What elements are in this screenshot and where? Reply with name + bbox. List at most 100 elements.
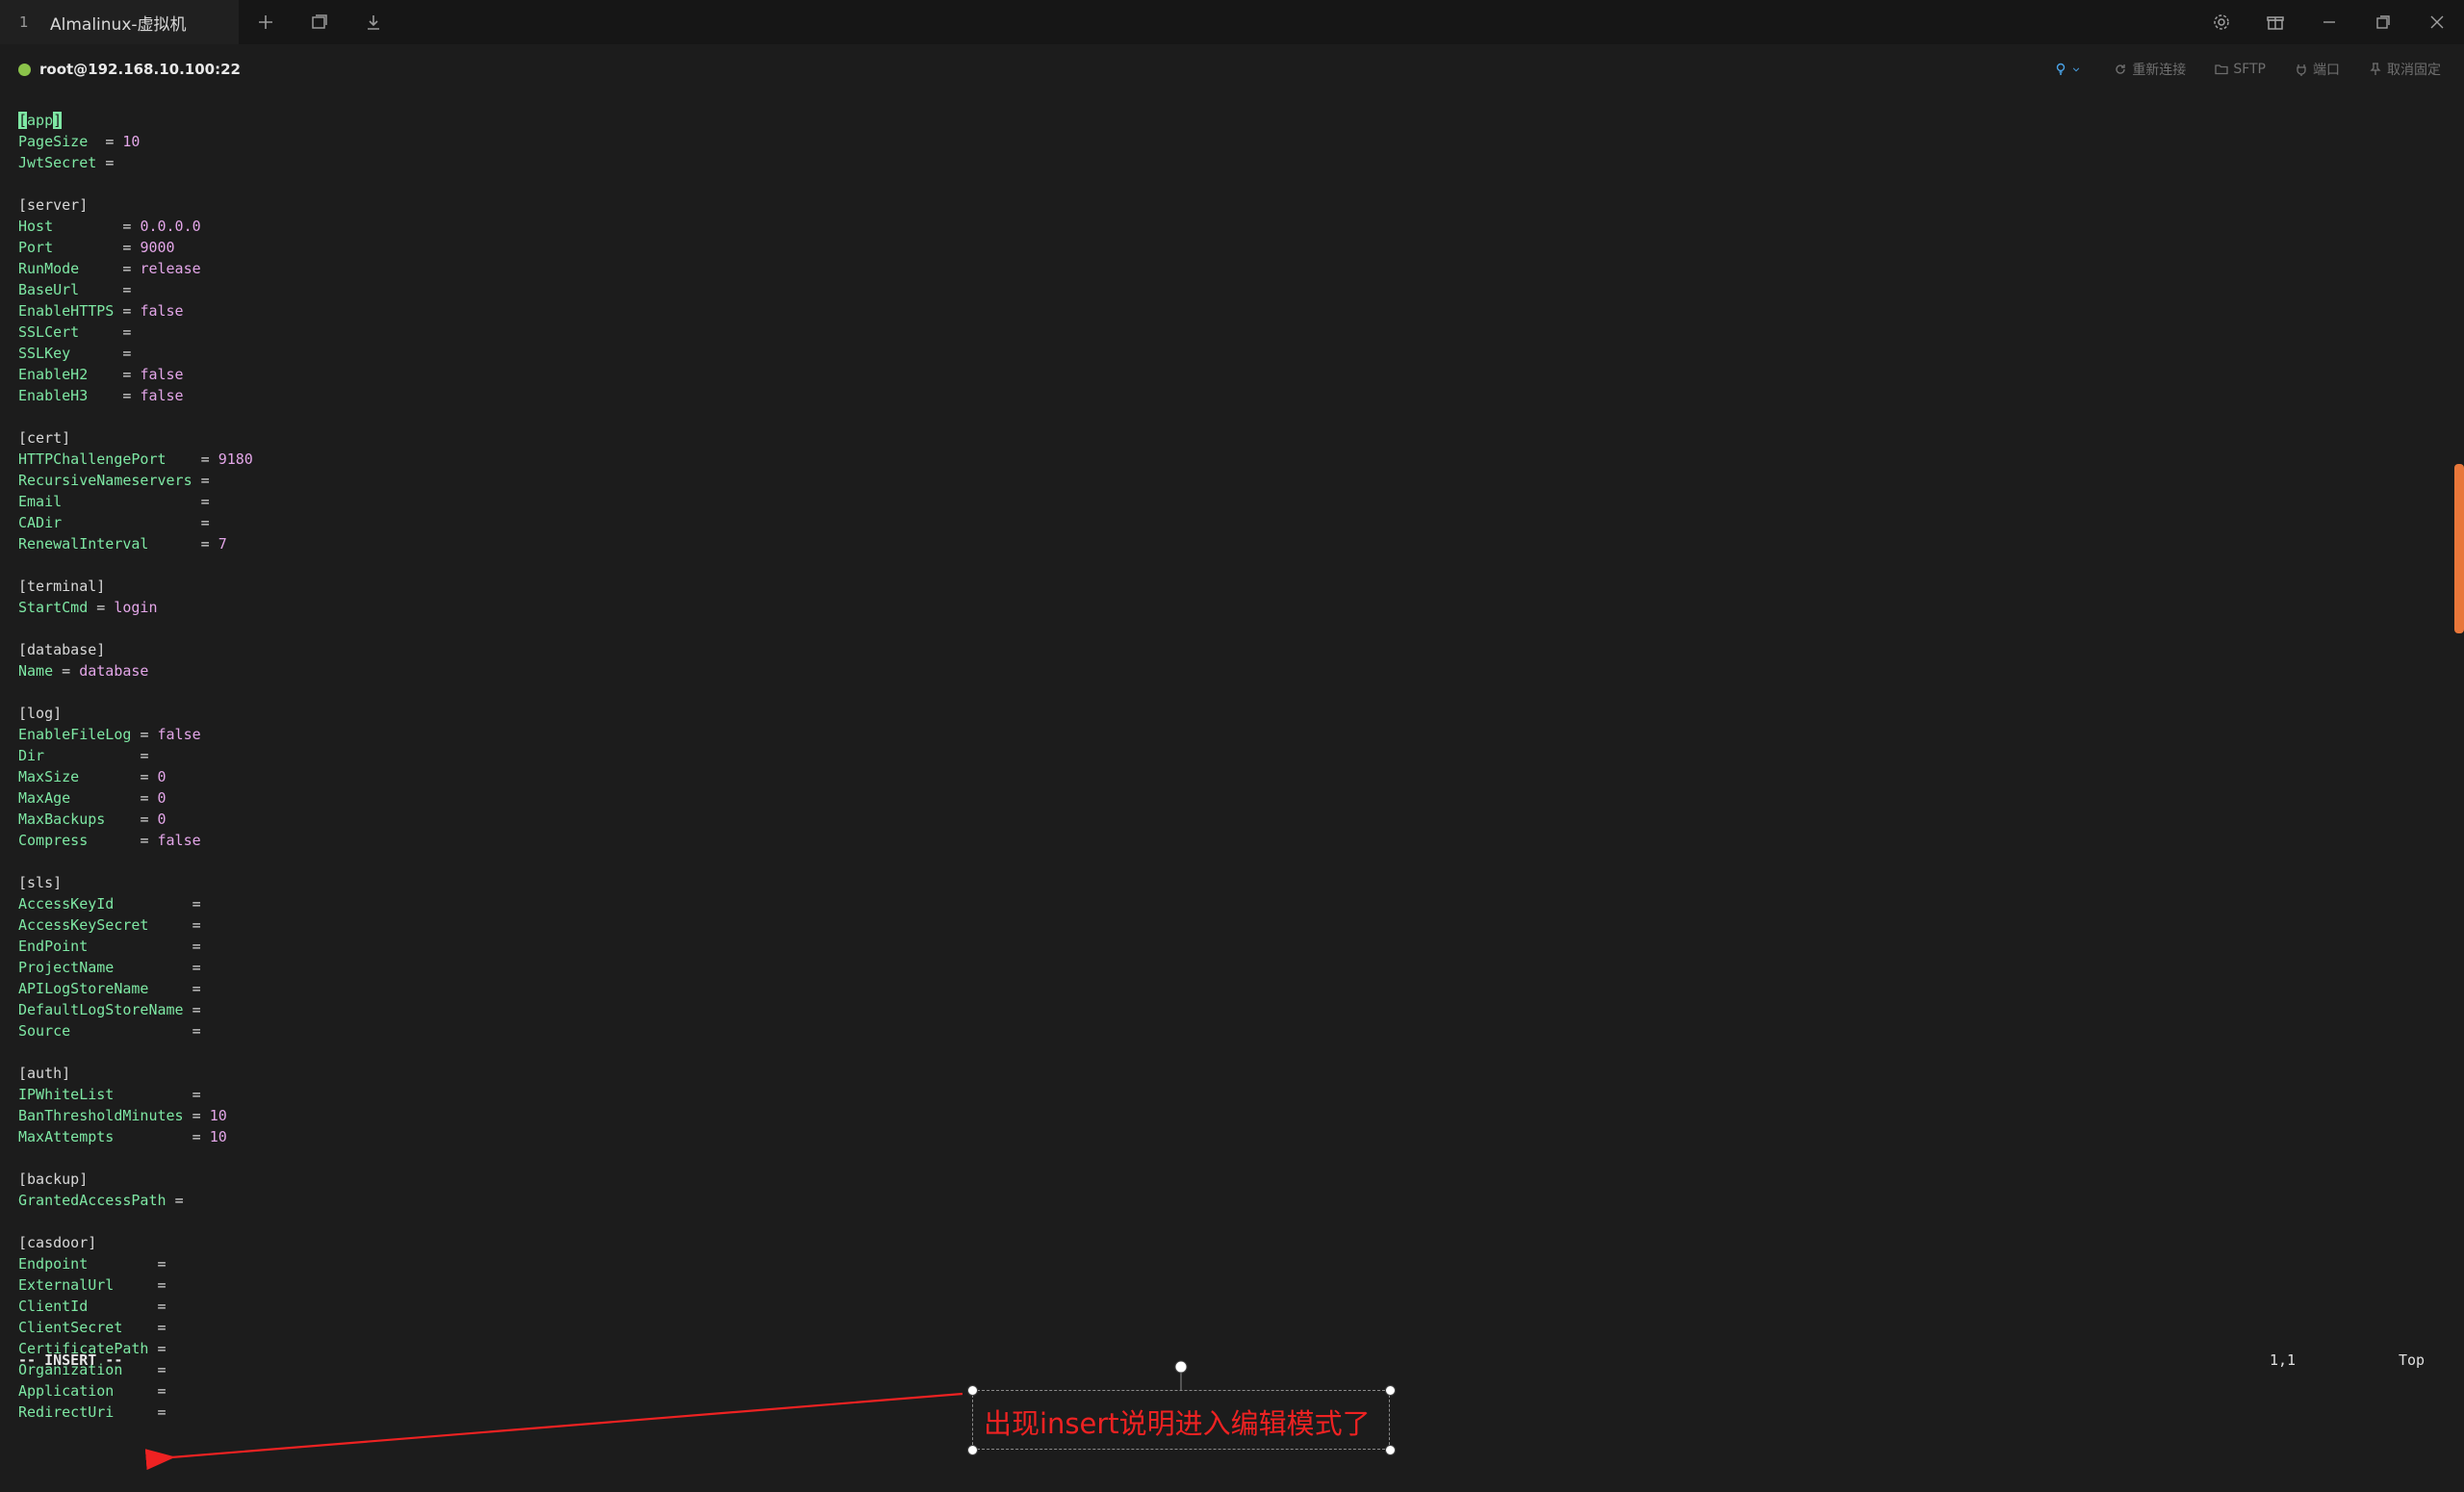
sftp-label: SFTP	[2233, 62, 2266, 77]
sftp-button[interactable]: SFTP	[2215, 62, 2266, 77]
config-line: IPWhiteList =	[18, 1084, 210, 1105]
equals-sign: =	[157, 1255, 175, 1273]
config-key: CADir	[18, 514, 63, 531]
minimize-button[interactable]	[2302, 0, 2356, 44]
config-padding	[184, 1107, 192, 1124]
config-line: Host = 0.0.0.0	[18, 216, 201, 237]
unpin-label: 取消固定	[2387, 63, 2441, 78]
equals-sign: =	[157, 1382, 175, 1400]
config-padding	[53, 239, 122, 256]
scrollbar-thumb[interactable]	[2454, 464, 2464, 633]
equals-sign: =	[122, 387, 141, 404]
new-tab-button[interactable]	[239, 0, 293, 44]
config-line: BanThresholdMinutes = 10	[18, 1105, 227, 1126]
config-value: 10	[209, 1128, 227, 1145]
vim-scroll-position: Top	[2399, 1351, 2426, 1369]
resize-handle[interactable]	[1385, 1445, 1396, 1455]
config-padding	[114, 1403, 157, 1421]
equals-sign: =	[192, 980, 210, 997]
equals-sign: =	[105, 154, 123, 171]
config-line: ProjectName =	[18, 957, 210, 978]
resize-handle[interactable]	[967, 1385, 978, 1396]
gift-button[interactable]	[2248, 0, 2302, 44]
resize-handle[interactable]	[967, 1445, 978, 1455]
config-line: SSLCert =	[18, 322, 140, 343]
section-name: [server]	[18, 196, 89, 214]
config-padding	[88, 387, 122, 404]
config-padding	[114, 1128, 192, 1145]
config-line: Dir =	[18, 745, 158, 766]
config-section-header: [app]	[18, 110, 63, 131]
equals-sign: =	[140, 810, 158, 828]
config-padding	[122, 1361, 157, 1378]
config-key: Compress	[18, 832, 89, 849]
config-key: DefaultLogStoreName	[18, 1001, 184, 1018]
gift-icon	[2267, 16, 2284, 30]
terminal-scrollbar[interactable]	[2447, 94, 2464, 1492]
host-label: root@192.168.10.100:22	[39, 61, 241, 78]
config-value: false	[140, 302, 184, 320]
equals-sign: =	[122, 281, 141, 298]
equals-sign: =	[192, 938, 210, 955]
config-padding	[148, 916, 192, 934]
close-button[interactable]	[2410, 0, 2464, 44]
equals-sign: =	[192, 1022, 210, 1040]
text-cursor: [	[18, 112, 28, 129]
config-padding	[88, 599, 96, 616]
config-key: GrantedAccessPath	[18, 1192, 167, 1209]
config-padding	[79, 768, 140, 785]
restore-icon	[2376, 15, 2390, 29]
config-value: 10	[209, 1107, 227, 1124]
config-padding	[79, 323, 122, 341]
config-key: AccessKeySecret	[18, 916, 149, 934]
restore-button[interactable]	[2356, 0, 2410, 44]
config-key: Name	[18, 662, 54, 680]
config-key: JwtSecret	[18, 154, 97, 171]
vim-cursor-position: 1,1	[2270, 1351, 2297, 1369]
terminal-app-window: 1 Almalinux-虚拟机 root@192.168.10.100:22 重…	[0, 0, 2464, 1492]
section-name: [backup]	[18, 1170, 89, 1188]
equals-sign: =	[96, 599, 115, 616]
config-key: ProjectName	[18, 959, 115, 976]
terminal-output[interactable]: [app] PageSize = 10 JwtSecret = [server] Ho…	[0, 94, 2435, 1492]
config-line: ClientId =	[18, 1296, 175, 1317]
unpin-button[interactable]: 取消固定	[2369, 60, 2441, 79]
settings-button[interactable]	[2194, 0, 2248, 44]
equals-sign: =	[157, 1298, 175, 1315]
minimize-icon	[2323, 21, 2335, 23]
config-section-header: [log]	[18, 703, 62, 724]
vim-mode-indicator: -- INSERT --	[18, 1351, 123, 1369]
reconnect-label: 重新连接	[2132, 63, 2187, 78]
tab-session[interactable]: 1 Almalinux-虚拟机	[0, 0, 239, 44]
config-line: ExternalUrl =	[18, 1274, 175, 1296]
reconnect-button[interactable]: 重新连接	[2114, 60, 2186, 79]
config-key: APILogStoreName	[18, 980, 149, 997]
config-value: 9000	[140, 239, 175, 256]
port-label: 端口	[2313, 63, 2340, 78]
download-button[interactable]	[346, 0, 400, 44]
duplicate-tab-button[interactable]	[293, 0, 346, 44]
config-key: RecursiveNameservers	[18, 472, 192, 489]
equals-sign: =	[140, 747, 158, 764]
config-value: 10	[122, 133, 141, 150]
equals-sign: =	[192, 1086, 210, 1103]
tips-button[interactable]	[2054, 63, 2085, 76]
config-padding	[114, 1382, 157, 1400]
chevron-down-icon	[2073, 67, 2080, 72]
resize-handle[interactable]	[1385, 1385, 1396, 1396]
config-key: StartCmd	[18, 599, 89, 616]
config-padding	[114, 1086, 192, 1103]
config-value: false	[157, 726, 201, 743]
config-key: PageSize	[18, 133, 89, 150]
port-button[interactable]: 端口	[2295, 60, 2340, 79]
config-padding	[44, 747, 140, 764]
config-key: MaxAge	[18, 789, 71, 807]
config-line: Name = database	[18, 660, 148, 682]
config-padding	[114, 895, 192, 913]
download-icon	[368, 15, 379, 30]
config-key: Port	[18, 239, 54, 256]
config-key: EnableHTTPS	[18, 302, 115, 320]
section-name: [sls]	[18, 874, 63, 891]
config-padding	[122, 1319, 157, 1336]
config-key: RedirectUri	[18, 1403, 115, 1421]
